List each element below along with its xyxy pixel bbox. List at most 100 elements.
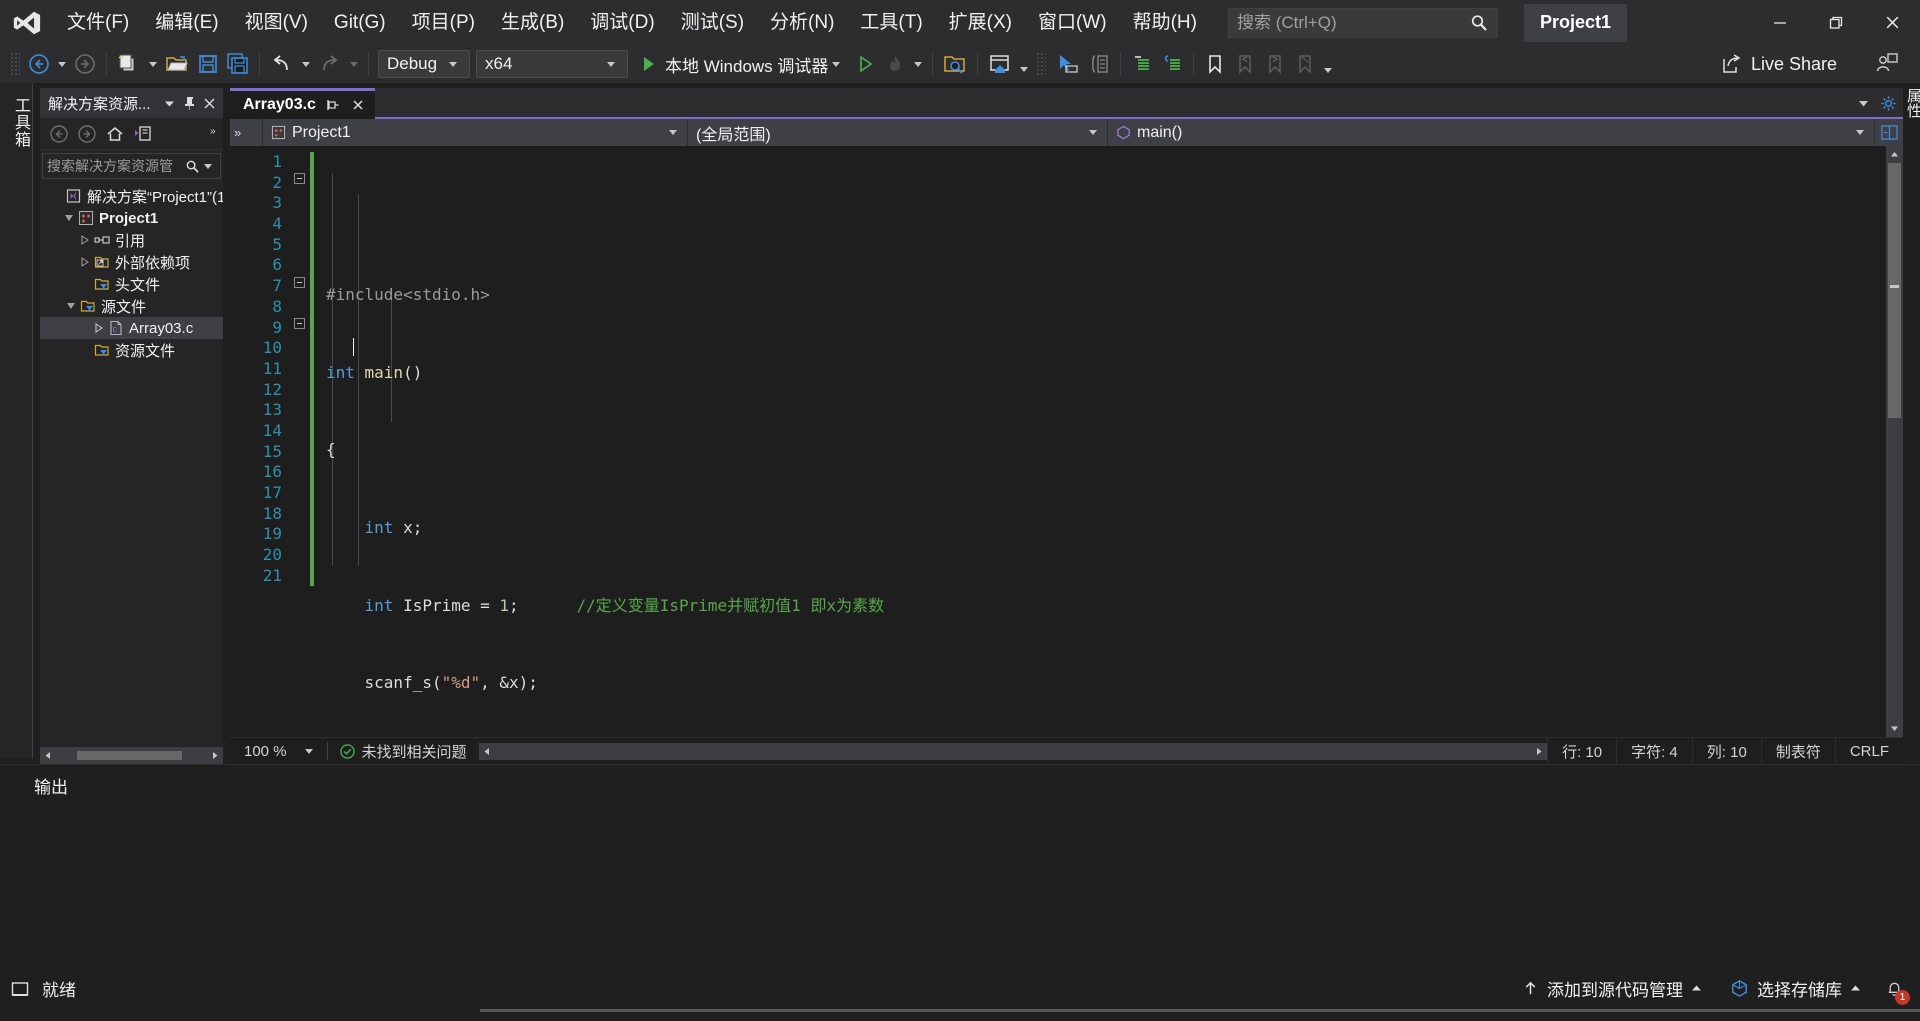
undo-button[interactable] [266,49,298,79]
gear-icon[interactable] [1880,95,1897,112]
zoom-level-combo[interactable]: 100 % [230,743,327,760]
home-icon[interactable] [102,121,128,147]
solution-home-dropdown-icon[interactable] [1020,66,1029,72]
chevron-down-icon[interactable] [832,61,841,67]
scroll-right-icon[interactable] [1530,743,1547,760]
code-line[interactable]: int main() [318,363,1886,384]
menu-file[interactable]: 文件(F) [54,0,142,45]
solution-platform-combo[interactable]: x64 [476,50,628,78]
code-line[interactable]: { [318,440,1886,461]
menu-git[interactable]: Git(G) [321,0,399,45]
navbar-member-combo[interactable]: main() [1108,119,1875,146]
tree-item-references[interactable]: 引用 [40,229,223,251]
active-project-chip[interactable]: Project1 [1523,3,1628,42]
fold-toggle-icon[interactable] [294,318,305,329]
minimize-button[interactable] [1752,0,1808,45]
tree-item-external-dependencies[interactable]: 外部依赖项 [40,251,223,273]
solution-configuration-combo[interactable]: Debug [378,50,470,78]
menu-extensions[interactable]: 扩展(X) [936,0,1025,45]
menu-edit[interactable]: 编辑(E) [142,0,231,45]
chevron-down-icon[interactable] [159,92,179,114]
scroll-right-icon[interactable] [206,747,223,764]
code-line[interactable]: scanf_s("%d", &x); [318,673,1886,694]
expander-collapsed[interactable] [78,229,92,251]
indentation-indicator[interactable]: 制表符 [1760,737,1835,765]
menu-window[interactable]: 窗口(W) [1025,0,1120,45]
navigate-back-dropdown-icon[interactable] [58,61,66,67]
tree-item-solution[interactable]: 解决方案“Project1”(1 [40,185,223,207]
forward-icon[interactable] [74,121,100,147]
toolbar-grip[interactable] [1036,52,1047,76]
start-debugging-button[interactable]: 本地 Windows 调试器 [631,49,850,79]
solution-explorer-hscrollbar[interactable] [40,747,223,764]
toolbar-grip[interactable] [10,52,20,76]
code-line[interactable]: int IsPrime = 1; //定义变量IsPrime并赋初值1 即x为素… [318,596,1886,617]
expander-expanded[interactable] [64,295,78,317]
open-file-button[interactable] [161,49,193,79]
code-text[interactable]: #include<stdio.h> int main() { int x; in… [318,146,1886,737]
menu-build[interactable]: 生成(B) [488,0,577,45]
fold-toggle-icon[interactable] [294,277,305,288]
code-editor-area[interactable]: 1 2 3 4 5 6 7 8 9 10 11 12 13 14 15 16 1… [230,146,1903,737]
solution-search-input[interactable] [47,158,185,174]
line-ending-indicator[interactable]: CRLF [1834,737,1903,765]
previous-bookmark-button[interactable] [1230,49,1260,79]
scroll-up-icon[interactable] [1886,146,1903,163]
search-input[interactable] [1236,12,1469,33]
redo-button[interactable] [314,49,346,79]
tree-item-header-files[interactable]: 头文件 [40,273,223,295]
next-bookmark-button[interactable] [1260,49,1290,79]
solution-explorer-search[interactable] [42,153,221,179]
menu-tools[interactable]: 工具(T) [847,0,935,45]
expander-collapsed[interactable] [78,251,92,273]
tree-item-array03c[interactable]: C Array03.c [40,317,223,339]
toggle-bookmark-button[interactable] [1200,49,1230,79]
fold-toggle-icon[interactable] [294,173,305,184]
issues-indicator[interactable]: 未找到相关问题 [328,741,479,762]
comment-lines-button[interactable] [1127,49,1157,79]
properties-vertical-tab[interactable]: 属性 [1903,88,1920,248]
menu-analyze[interactable]: 分析(N) [757,0,847,45]
solution-explorer-home-button[interactable] [984,49,1016,79]
global-search[interactable] [1227,7,1498,38]
editor-horizontal-scrollbar[interactable] [478,742,1548,760]
chevron-down-icon[interactable] [1857,97,1870,110]
sync-with-document-icon[interactable] [130,121,156,147]
code-line[interactable]: #include<stdio.h> [318,285,1886,306]
scroll-left-icon[interactable] [40,747,57,764]
menu-project[interactable]: 项目(P) [399,0,488,45]
editor-vertical-scrollbar[interactable] [1886,146,1903,737]
select-element-button[interactable] [1050,49,1084,79]
undo-dropdown-icon[interactable] [302,61,310,67]
code-line[interactable]: int x; [318,518,1886,539]
notifications-button[interactable]: 1 [1875,970,1920,1007]
split-editor-button[interactable] [1875,119,1903,146]
overflow-icon[interactable]: » [209,121,223,147]
fold-and-change-margin[interactable] [290,146,318,737]
uncomment-lines-button[interactable] [1157,49,1187,79]
tree-item-resource-files[interactable]: 资源文件 [40,339,223,361]
scroll-thumb[interactable] [77,751,182,760]
select-repository-button[interactable]: 选择存储库 [1716,970,1875,1007]
navigate-back-button[interactable] [24,49,54,79]
navbar-scope-combo[interactable]: (全局范围) [688,119,1108,146]
search-in-folder-button[interactable] [939,49,971,79]
hot-reload-button[interactable] [880,49,910,79]
toggle-layout-button[interactable] [1084,49,1114,79]
toolbar-overflow-icon[interactable] [1324,67,1333,73]
editor-tab-array03c[interactable]: Array03.c [230,88,375,119]
new-item-dropdown-icon[interactable] [149,61,157,67]
menu-help[interactable]: 帮助(H) [1120,0,1210,45]
expander-expanded[interactable] [62,207,76,229]
add-to-source-control-button[interactable]: 添加到源代码管理 [1508,970,1716,1007]
live-share-button[interactable]: Live Share [1720,52,1920,76]
new-item-button[interactable] [113,49,145,79]
navbar-project-combo[interactable]: Project1 [263,119,688,146]
toolbox-vertical-tab[interactable]: 工具箱 [0,83,33,759]
expander-collapsed[interactable] [92,317,106,339]
tree-item-project[interactable]: Project1 [40,207,223,229]
save-button[interactable] [193,49,223,79]
tree-item-source-files[interactable]: 源文件 [40,295,223,317]
close-icon[interactable] [350,96,366,114]
output-pane[interactable]: 输出 [0,764,1920,806]
